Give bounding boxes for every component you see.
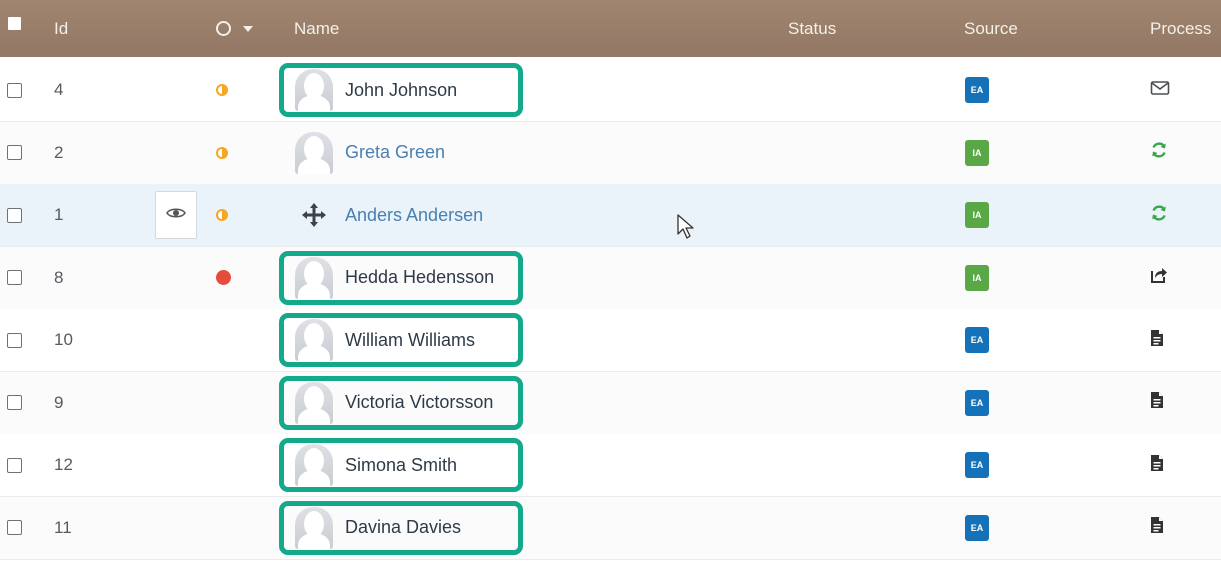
column-header-source[interactable]: Source (964, 0, 1018, 57)
preview-button[interactable] (155, 191, 197, 239)
row-id: 2 (54, 142, 64, 162)
mouse-cursor-icon (677, 214, 694, 239)
row-id: 8 (54, 267, 64, 287)
row-checkbox[interactable] (7, 270, 22, 285)
row-id: 9 (54, 392, 64, 412)
half-circle-icon (216, 84, 228, 96)
table-row[interactable]: 12 Simona Smith EA (0, 434, 1221, 497)
source-badge: EA (965, 514, 989, 541)
candidate-grid: Id Name Status Source Process 4 John John… (0, 0, 1221, 561)
move-icon[interactable] (295, 202, 333, 228)
row-id: 1 (54, 205, 64, 224)
source-badge: IA (965, 264, 989, 291)
row-checkbox[interactable] (7, 520, 22, 535)
row-checkbox[interactable] (7, 207, 22, 223)
row-id: 12 (54, 455, 73, 474)
envelope-icon[interactable] (1150, 80, 1170, 101)
refresh-icon[interactable] (1150, 141, 1168, 164)
document-icon[interactable] (1150, 329, 1164, 352)
row-id: 11 (54, 517, 72, 537)
highlight-box (279, 313, 523, 367)
row-checkbox[interactable] (7, 457, 22, 473)
table-row[interactable]: 1 Anders Andersen IA (0, 184, 1221, 247)
source-badge: EA (965, 327, 989, 353)
document-icon[interactable] (1150, 454, 1164, 477)
document-icon[interactable] (1150, 516, 1164, 539)
source-badge: EA (965, 389, 989, 416)
column-header-status-indicator[interactable] (216, 0, 253, 57)
table-row[interactable]: 10 William Williams EA (0, 309, 1221, 372)
highlight-box (279, 250, 523, 305)
column-header-process[interactable]: Process (1150, 0, 1211, 57)
row-checkbox[interactable] (7, 145, 22, 160)
row-checkbox[interactable] (7, 395, 22, 410)
chevron-down-icon[interactable] (243, 25, 253, 32)
column-header-id[interactable]: Id (54, 0, 68, 57)
table-row[interactable]: 9 Victoria Victorsson EA (0, 371, 1221, 435)
table-row[interactable]: 8 Hedda Hedensson IA (0, 246, 1221, 310)
candidate-name[interactable]: Anders Andersen (345, 205, 483, 226)
candidate-name[interactable]: Greta Green (345, 142, 445, 163)
source-badge: IA (965, 202, 989, 228)
row-id: 4 (54, 80, 64, 99)
document-icon[interactable] (1150, 391, 1164, 414)
avatar (295, 131, 333, 174)
eye-icon (166, 206, 186, 225)
row-checkbox[interactable] (7, 82, 22, 98)
grid-header: Id Name Status Source Process (0, 0, 1221, 57)
half-circle-icon (216, 146, 228, 159)
half-circle-icon (216, 209, 228, 221)
select-all-checkbox[interactable] (8, 17, 21, 30)
table-row[interactable]: 11 Davina Davies EA (0, 496, 1221, 560)
column-header-status[interactable]: Status (788, 0, 836, 57)
red-dot-icon (216, 270, 231, 285)
circle-icon (216, 21, 231, 36)
table-row[interactable]: 2 Greta Green IA (0, 121, 1221, 185)
table-row[interactable]: 4 John Johnson EA (0, 59, 1221, 122)
refresh-icon[interactable] (1150, 204, 1168, 227)
share-icon[interactable] (1150, 266, 1168, 289)
highlight-box (279, 500, 523, 555)
source-badge: EA (965, 77, 989, 103)
source-badge: EA (965, 452, 989, 478)
highlight-box (279, 375, 523, 430)
row-id: 10 (54, 330, 73, 349)
column-header-name[interactable]: Name (294, 0, 339, 57)
source-badge: IA (965, 139, 989, 166)
highlight-box (279, 438, 523, 492)
row-checkbox[interactable] (7, 332, 22, 348)
highlight-box (279, 63, 523, 117)
